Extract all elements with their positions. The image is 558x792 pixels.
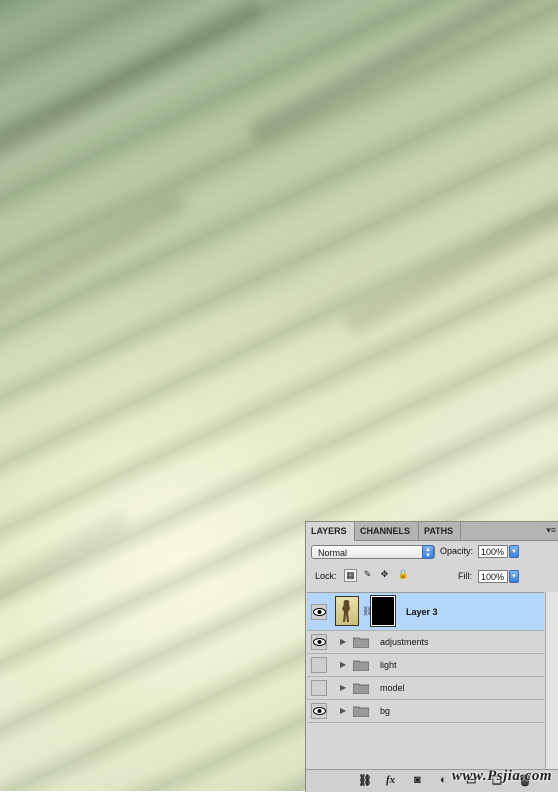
folder-icon (353, 637, 369, 648)
watermark-text: www.Psjia.com (451, 768, 552, 784)
link-layers-icon[interactable]: ⛓ (358, 774, 372, 787)
layer-mask-thumbnail[interactable] (370, 595, 396, 627)
layer-name: light (380, 660, 397, 670)
visibility-eye-icon[interactable] (311, 703, 327, 719)
tab-paths[interactable]: PATHS (419, 522, 461, 540)
folder-icon (353, 706, 369, 717)
layer-row-bg[interactable]: ▶ bg (307, 700, 544, 723)
fill-label: Fill: (458, 571, 472, 581)
canvas-streak (0, 190, 190, 332)
canvas-streak (341, 185, 558, 337)
opacity-dropdown-icon[interactable]: ▼ (509, 545, 519, 558)
expand-triangle-icon[interactable]: ▶ (340, 637, 346, 646)
lock-transparent-icon[interactable]: ▦ (344, 569, 357, 582)
visibility-eye-icon[interactable] (311, 604, 327, 620)
lock-position-icon[interactable]: ✥ (378, 569, 391, 582)
layer-row-light[interactable]: ▶ light (307, 654, 544, 677)
select-arrows-icon: ▲ ▼ (422, 545, 434, 559)
fill-dropdown-icon[interactable]: ▼ (509, 570, 519, 583)
layer-row-layer3[interactable]: ⛓ Layer 3 (307, 593, 544, 631)
tab-layers[interactable]: LAYERS (306, 522, 355, 541)
visibility-eye-icon[interactable] (311, 634, 327, 650)
layer-name: bg (380, 706, 391, 716)
expand-triangle-icon[interactable]: ▶ (340, 660, 346, 669)
canvas-streak (0, 0, 267, 166)
layer-name: model (380, 683, 405, 693)
panel-tab-bar: LAYERS CHANNELS PATHS ▾≡ (306, 522, 558, 541)
layer-name: adjustments (380, 637, 429, 647)
lock-all-icon[interactable]: 🔒 (397, 569, 410, 582)
lock-label: Lock: (315, 571, 337, 581)
expand-triangle-icon[interactable]: ▶ (340, 706, 346, 715)
blend-mode-select[interactable]: Normal ▲ ▼ (311, 545, 435, 559)
layers-scrollbar[interactable] (545, 592, 558, 772)
panel-menu-icon[interactable]: ▾≡ (546, 525, 556, 536)
layers-list: ⛓ Layer 3 ▶ adjustments ▶ light ▶ model (307, 592, 544, 773)
folder-icon (353, 660, 369, 671)
lock-image-icon[interactable]: ✎ (361, 569, 374, 582)
fill-field[interactable]: 100% (478, 570, 508, 583)
lock-row: Lock: ▦ ✎ ✥ 🔒 Fill: 100% ▼ (310, 567, 555, 585)
canvas-streak (245, 0, 558, 146)
opacity-field[interactable]: 100% (478, 545, 508, 558)
add-mask-icon[interactable]: ◙ (414, 774, 421, 786)
layer-name: Layer 3 (406, 607, 438, 617)
adjustment-icon[interactable]: ◐ (440, 774, 447, 786)
expand-triangle-icon[interactable]: ▶ (340, 683, 346, 692)
visibility-toggle-empty[interactable] (311, 680, 327, 696)
canvas-streak (0, 509, 133, 633)
blend-mode-value: Normal (318, 548, 348, 558)
blend-row: Normal ▲ ▼ Opacity: 100% ▼ (310, 545, 555, 561)
visibility-toggle-empty[interactable] (311, 657, 327, 673)
folder-icon (353, 683, 369, 694)
tab-channels[interactable]: CHANNELS (355, 522, 419, 540)
layer-row-model[interactable]: ▶ model (307, 677, 544, 700)
fx-icon[interactable]: fx (386, 774, 395, 786)
opacity-label: Opacity: (440, 546, 474, 556)
layer-thumbnail (335, 596, 359, 626)
layers-panel: LAYERS CHANNELS PATHS ▾≡ Normal ▲ ▼ Opaci… (305, 521, 558, 792)
layer-row-adjustments[interactable]: ▶ adjustments (307, 631, 544, 654)
